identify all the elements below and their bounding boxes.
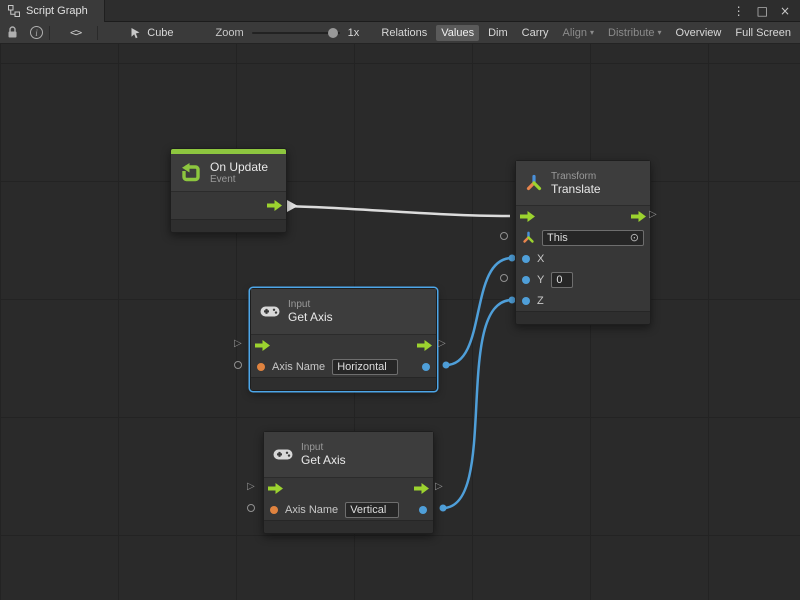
target-arrow-icon — [130, 27, 141, 39]
axis-name-circle-port[interactable] — [234, 361, 242, 369]
graph-toolbar: i <> Cube Zoom 1x Relations Values Dim C… — [0, 22, 800, 44]
flow-output-port[interactable] — [267, 200, 282, 211]
z-port-label: Z — [537, 295, 544, 307]
flow-output-port[interactable] — [417, 340, 432, 351]
node-title: Get Axis — [288, 310, 333, 324]
dim-button[interactable]: Dim — [483, 25, 513, 41]
flow-input-port[interactable] — [255, 340, 270, 351]
target-object-value: This — [547, 232, 626, 244]
zoom-value: 1x — [348, 27, 360, 39]
axis-value-output-port[interactable] — [422, 363, 430, 371]
tab-title: Script Graph — [26, 5, 88, 17]
axis-name-label: Axis Name — [272, 361, 325, 373]
close-icon[interactable]: × — [780, 0, 790, 22]
axis-value-output-port[interactable] — [419, 506, 427, 514]
zoom-slider[interactable] — [252, 26, 340, 40]
node-footer — [516, 311, 650, 324]
lock-icon[interactable] — [7, 26, 18, 39]
flow-input-port[interactable] — [520, 211, 535, 222]
script-graph-icon — [8, 5, 20, 17]
zoom-slider-track — [252, 32, 340, 34]
tab-script-graph[interactable]: Script Graph — [0, 0, 105, 22]
toolbar-separator — [49, 26, 50, 40]
window-menu-icon[interactable]: ⋮ — [733, 0, 745, 22]
node-get-axis-horizontal[interactable]: Input Get Axis Axis Name — [250, 288, 437, 391]
distribute-dropdown[interactable]: Distribute▾ — [603, 25, 666, 41]
y-port-label: Y — [537, 274, 544, 286]
zoom-slider-handle[interactable] — [328, 28, 338, 38]
window-controls: ⋮ □ × — [733, 0, 800, 22]
node-translate[interactable]: Transform Translate This — [515, 160, 651, 325]
on-update-loop-icon — [180, 162, 202, 184]
flow-wire-arrowhead — [287, 200, 298, 212]
wire-endpoint — [443, 362, 450, 369]
value-wire-vertical-to-z[interactable] — [443, 300, 512, 508]
flow-out-triangle-port[interactable]: ▷ — [438, 338, 446, 350]
toolbar-buttons: Relations Values Dim Carry Align▾ Distri… — [376, 25, 800, 41]
flow-out-triangle-port[interactable]: ▷ — [435, 481, 443, 493]
gamepad-icon — [273, 448, 293, 461]
toolbar-separator — [97, 26, 98, 40]
node-footer — [251, 377, 436, 390]
y-value-input[interactable] — [551, 272, 573, 288]
object-picker-icon[interactable]: ⊙ — [630, 232, 639, 243]
fullscreen-button[interactable]: Full Screen — [730, 25, 796, 41]
flow-out-triangle-port[interactable]: ▷ — [649, 209, 657, 221]
node-title: Get Axis — [301, 453, 346, 467]
carry-button[interactable]: Carry — [517, 25, 554, 41]
node-footer — [171, 219, 286, 232]
axis-name-input-port[interactable] — [257, 363, 265, 371]
flow-wire-onupdate-to-translate[interactable] — [270, 206, 510, 216]
x-port-label: X — [537, 253, 544, 265]
wire-endpoint — [440, 505, 447, 512]
node-title: On Update — [210, 160, 268, 174]
node-on-update[interactable]: On Update Event — [170, 148, 287, 233]
node-category: Input — [301, 442, 346, 453]
axis-name-input[interactable] — [332, 359, 398, 375]
flow-in-triangle-port[interactable]: ▷ — [247, 481, 255, 493]
flow-output-port[interactable] — [414, 483, 429, 494]
transform-axes-icon — [525, 174, 543, 192]
axis-name-input[interactable] — [345, 502, 399, 518]
axis-name-input-port[interactable] — [270, 506, 278, 514]
flow-output-port[interactable] — [631, 211, 646, 222]
y-input-port[interactable] — [522, 276, 530, 284]
zoom-label: Zoom — [216, 27, 244, 39]
chevron-down-icon: ▾ — [658, 28, 662, 37]
relations-button[interactable]: Relations — [376, 25, 432, 41]
target-label[interactable]: Cube — [147, 27, 173, 39]
axis-name-label: Axis Name — [285, 504, 338, 516]
overview-button[interactable]: Overview — [671, 25, 727, 41]
node-category: Transform — [551, 171, 601, 182]
axis-name-circle-port[interactable] — [247, 504, 255, 512]
node-subtitle: Event — [210, 174, 268, 185]
transform-target-icon — [522, 231, 535, 244]
target-object-field[interactable]: This ⊙ — [542, 230, 644, 246]
graph-canvas[interactable]: On Update Event Transform Transl — [0, 44, 800, 600]
title-bar: Script Graph ⋮ □ × — [0, 0, 800, 22]
node-title: Translate — [551, 182, 601, 196]
target-circle-port[interactable] — [500, 232, 508, 240]
z-input-port[interactable] — [522, 297, 530, 305]
y-circle-port[interactable] — [500, 274, 508, 282]
info-icon[interactable]: i — [30, 26, 43, 39]
flow-input-port[interactable] — [268, 483, 283, 494]
gamepad-icon — [260, 305, 280, 318]
maximize-icon[interactable]: □ — [757, 0, 768, 22]
edit-graph-icon[interactable]: <> — [70, 26, 81, 39]
align-dropdown[interactable]: Align▾ — [558, 25, 599, 41]
x-input-port[interactable] — [522, 255, 530, 263]
flow-in-triangle-port[interactable]: ▷ — [234, 338, 242, 350]
node-footer — [264, 520, 433, 533]
node-category: Input — [288, 299, 333, 310]
values-button[interactable]: Values — [436, 25, 479, 41]
node-get-axis-vertical[interactable]: Input Get Axis Axis Name — [263, 431, 434, 534]
chevron-down-icon: ▾ — [590, 28, 594, 37]
